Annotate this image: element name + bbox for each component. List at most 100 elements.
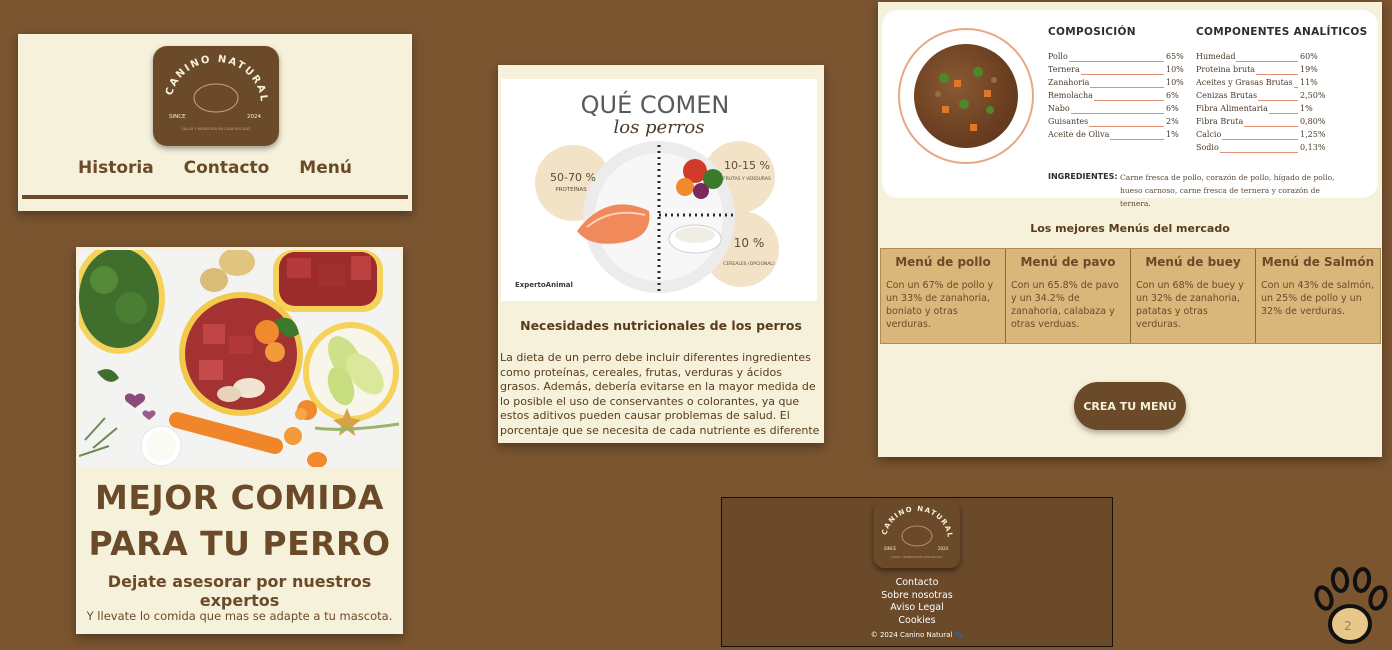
hero-food-image (79, 250, 400, 467)
row-name: Aceites y Grasas Brutas (1196, 78, 1293, 87)
hero-tagline: Y llevate lo comida que mas se adapte a … (86, 609, 393, 623)
menu-desc: Con un 68% de buey y un 32% de zanahoria… (1136, 280, 1244, 330)
row-name: Pollo (1048, 52, 1068, 61)
row-value: 0,80% (1300, 117, 1326, 126)
svg-text:SALUD Y BIENESTAR EN CADA BOCA: SALUD Y BIENESTAR EN CADA BOCADO (182, 127, 251, 131)
paw-icon (1310, 566, 1390, 646)
composition-row: Fibra Bruta 0,80% (1196, 117, 1340, 129)
row-name: Guisantes (1048, 117, 1089, 126)
composition-row: Aceites y Grasas Brutas 11% (1196, 78, 1340, 90)
menu-item-pavo[interactable]: Menú de pavo Con un 65.8% de pavo y un 3… (1006, 249, 1131, 343)
ingredients-label: INGREDIENTES: (1048, 172, 1118, 181)
svg-text:CANINO NATURAL: CANINO NATURAL (880, 505, 954, 539)
row-value: 1% (1166, 130, 1179, 139)
svg-text:2024: 2024 (247, 114, 261, 120)
row-value: 6% (1166, 104, 1179, 113)
row-leader-line (1094, 100, 1164, 101)
nutrition-infographic: QUÉ COMEN los perros 50-70 % PROTEÍNAS 1… (501, 79, 817, 301)
row-value: 0,13% (1300, 143, 1326, 152)
menu-desc: Con un 43% de salmón, un 25% de pollo y … (1261, 280, 1375, 317)
footer-link-sobre-nosotras[interactable]: Sobre nosotras (722, 590, 1112, 603)
composition-row: Aceite de Oliva 1% (1048, 130, 1206, 142)
composition-row: Pollo 65% (1048, 52, 1206, 64)
footer-link-aviso-legal[interactable]: Aviso Legal (722, 602, 1112, 615)
menus-heading: Los mejores Menús del mercado (1030, 222, 1230, 235)
nav-menu[interactable]: Menú (299, 158, 352, 178)
svg-text:SALUD Y BIENESTAR EN CADA BOCA: SALUD Y BIENESTAR EN CADA BOCADO (891, 555, 942, 559)
row-name: Zanahoria (1048, 78, 1090, 87)
row-leader-line (1089, 126, 1164, 127)
menu-name: Menú de Salmón (1261, 255, 1375, 269)
brand-logo[interactable]: CANINO NATURAL SINCE 2024 SALUD Y BIENES… (153, 46, 279, 146)
menu-item-salmon[interactable]: Menú de Salmón Con un 43% de salmón, un … (1256, 249, 1380, 343)
row-name: Proteina bruta (1196, 65, 1256, 74)
fruit-pct: 10-15 % (724, 159, 770, 172)
protein-pct: 50-70 % (550, 171, 596, 184)
row-value: 65% (1166, 52, 1184, 61)
ingredients-text: Carne fresca de pollo, corazón de pollo,… (1120, 173, 1335, 208)
menu-desc: Con un 65.8% de pavo y un 34.2% de zanah… (1011, 280, 1119, 330)
page-number: 2 (1344, 619, 1352, 633)
row-name: Humedad (1196, 52, 1236, 61)
row-leader-line (1258, 100, 1298, 101)
composition-panel: COMPOSICIÓN COMPONENTES ANALÍTICOS Pollo… (882, 10, 1378, 208)
hero-title: MEJOR COMIDA PARA TU PERRO (76, 475, 403, 567)
main-nav: Historia Contacto Menú (18, 158, 412, 178)
row-name: Sodio (1196, 143, 1219, 152)
row-name: Ternera (1048, 65, 1080, 74)
menu-item-pollo[interactable]: Menú de pollo Con un 67% de pollo y un 3… (881, 249, 1006, 343)
article-card: QUÉ COMEN los perros 50-70 % PROTEÍNAS 1… (498, 65, 824, 443)
footer-logo[interactable]: CANINO NATURAL SINCE 2024 SALUD Y BIENES… (874, 500, 960, 568)
infographic-title: QUÉ COMEN (581, 90, 730, 119)
hero-title-line1: MEJOR COMIDA (95, 478, 384, 517)
svg-text:2024: 2024 (938, 546, 949, 551)
protein-label: PROTEÍNAS (555, 186, 587, 193)
row-value: 1% (1300, 104, 1313, 113)
row-value: 2% (1166, 117, 1179, 126)
row-leader-line (1081, 74, 1164, 75)
hero-title-line2: PARA TU PERRO (88, 524, 391, 563)
menu-item-buey[interactable]: Menú de buey Con un 68% de buey y un 32%… (1131, 249, 1256, 343)
row-leader-line (1294, 87, 1298, 88)
menu-card: COMPOSICIÓN COMPONENTES ANALÍTICOS Pollo… (878, 2, 1382, 457)
hero-subtitle: Dejate asesorar por nuestros expertos (107, 572, 372, 610)
row-leader-line (1244, 126, 1298, 127)
header-card: CANINO NATURAL SINCE 2024 SALUD Y BIENES… (18, 34, 412, 211)
cereal-pct: 10 % (734, 236, 765, 250)
hero-card: MEJOR COMIDA PARA TU PERRO Dejate asesor… (76, 247, 403, 634)
article-heading: Necesidades nutricionales de los perros (520, 318, 802, 333)
composition-row: Calcio 1,25% (1196, 130, 1340, 142)
row-leader-line (1222, 139, 1298, 140)
row-value: 1,25% (1300, 130, 1326, 139)
composition-row: Ternera 10% (1048, 65, 1206, 77)
svg-text:SINCE: SINCE (169, 114, 186, 120)
row-name: Fibra Alimentaria (1196, 104, 1268, 113)
row-name: Cenizas Brutas (1196, 91, 1258, 100)
footer-link-cookies[interactable]: Cookies (722, 615, 1112, 628)
row-value: 10% (1166, 78, 1184, 87)
composition-row: Remolacha 6% (1048, 91, 1206, 103)
article-body: La dieta de un perro debe incluir difere… (500, 351, 820, 437)
row-name: Aceite de Oliva (1048, 130, 1110, 139)
svg-text:CANINO NATURAL: CANINO NATURAL (164, 54, 269, 104)
menu-name: Menú de pavo (1020, 255, 1116, 269)
row-leader-line (1110, 139, 1164, 140)
header-divider (22, 195, 408, 199)
composition-row: Cenizas Brutas 2,50% (1196, 91, 1340, 103)
row-leader-line (1269, 113, 1298, 114)
row-value: 19% (1300, 65, 1318, 74)
create-menu-button[interactable]: CREA TU MENÚ (1074, 382, 1186, 430)
footer-card: CANINO NATURAL SINCE 2024 SALUD Y BIENES… (721, 497, 1113, 647)
menu-desc: Con un 67% de pollo y un 33% de zanahori… (886, 280, 994, 330)
footer-link-contacto[interactable]: Contacto (722, 577, 1112, 590)
nav-historia[interactable]: Historia (78, 158, 154, 178)
row-leader-line (1236, 61, 1298, 62)
row-value: 6% (1166, 91, 1179, 100)
row-value: 10% (1166, 65, 1184, 74)
row-value: 2,50% (1300, 91, 1326, 100)
food-bowl-image (898, 28, 1034, 164)
composition-row: Guisantes 2% (1048, 117, 1206, 129)
row-name: Calcio (1196, 130, 1222, 139)
nav-contacto[interactable]: Contacto (184, 158, 270, 178)
menu-name: Menú de pollo (895, 255, 991, 269)
